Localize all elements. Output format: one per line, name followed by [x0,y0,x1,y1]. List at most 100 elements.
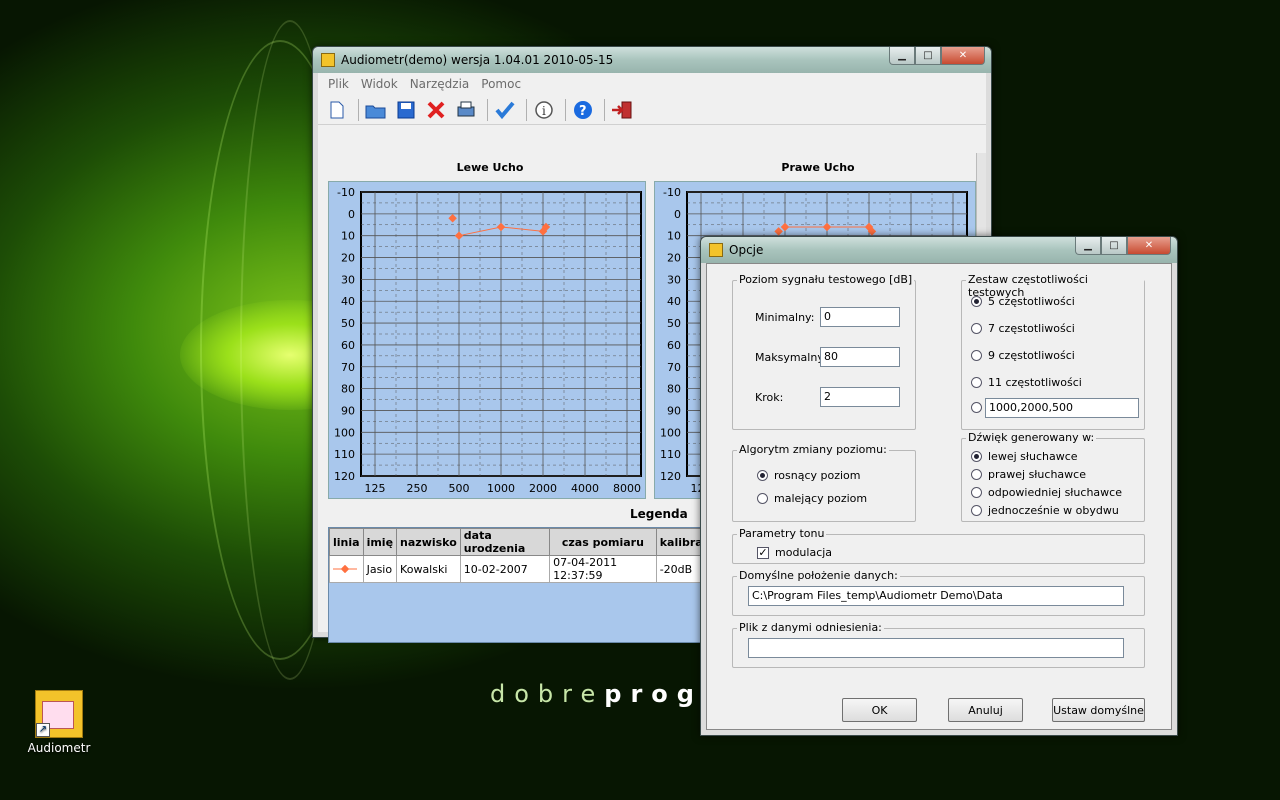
step-input[interactable]: 2 [820,387,900,407]
reference-file-group-label: Plik z danymi odniesienia: [737,621,884,634]
delete-icon[interactable] [423,97,449,123]
sound-appropriate-radio[interactable]: odpowiedniej słuchawce [971,486,1122,499]
table-row[interactable]: Jasio Kowalski 10-02-2007 07-04-2011 12:… [329,555,718,583]
y-tick-label: 90 [341,404,355,417]
svg-text:?: ? [579,104,587,119]
y-tick-label: 50 [667,317,681,330]
x-tick-label: 4000 [571,482,599,495]
radio-selected-icon [757,470,768,481]
reference-file-input[interactable] [748,638,1124,658]
menu-bar: Plik Widok Narzędzia Pomoc [318,73,986,95]
y-tick-label: -10 [663,186,681,199]
ok-button[interactable]: OK [842,698,917,722]
y-tick-label: 80 [667,383,681,396]
x-tick-label: 250 [407,482,428,495]
maximize-button[interactable]: □ [915,47,941,65]
sound-right-radio[interactable]: prawej słuchawce [971,468,1086,481]
algo-increasing-radio[interactable]: rosnący poziom [757,469,861,482]
x-tick-label: 1000 [487,482,515,495]
freq-custom-input[interactable]: 1000,2000,500 [985,398,1139,418]
save-icon[interactable] [393,97,419,123]
print-icon[interactable] [453,97,479,123]
exit-icon[interactable] [609,97,635,123]
main-window-title: Audiometr(demo) wersja 1.04.01 2010-05-1… [341,53,614,67]
options-dialog-titlebar[interactable]: Opcje ▁ □ ✕ [701,237,1177,263]
min-label: Minimalny: [755,311,815,324]
main-window-titlebar[interactable]: Audiometr(demo) wersja 1.04.01 2010-05-1… [313,47,991,73]
y-tick-label: -10 [337,186,355,199]
radio-icon [971,323,982,334]
check-icon[interactable] [492,97,518,123]
sound-left-radio[interactable]: lewej słuchawce [971,450,1078,463]
radio-icon [971,469,982,480]
col-linia[interactable]: linia [329,528,364,556]
y-tick-label: 30 [667,273,681,286]
legend-table-panel: linia imię nazwisko data urodzenia czas … [328,527,718,643]
menu-plik[interactable]: Plik [322,77,355,91]
max-input[interactable]: 80 [820,347,900,367]
checkbox-checked-icon: ✓ [757,545,769,559]
app-icon [321,53,335,67]
svg-text:i: i [542,104,546,118]
legend-table: linia imię nazwisko data urodzenia czas … [329,528,718,583]
menu-narzedzia[interactable]: Narzędzia [404,77,476,91]
algo-decreasing-radio[interactable]: malejący poziom [757,492,867,505]
freq-5-radio[interactable]: 5 częstotliwości [971,295,1075,308]
menu-widok[interactable]: Widok [355,77,404,91]
help-icon[interactable]: ? [570,97,596,123]
legend-header-row: linia imię nazwisko data urodzenia czas … [329,528,718,556]
toolbar: i ? [318,95,986,125]
audiometr-app-icon: ↗ [35,690,83,738]
y-tick-label: 0 [674,208,681,221]
y-tick-label: 100 [660,426,681,439]
x-tick-label: 125 [365,482,386,495]
radio-icon [971,402,982,413]
modulation-checkbox[interactable]: ✓ modulacja [757,546,832,559]
desktop-icon-audiometr[interactable]: ↗ Audiometr [26,690,92,755]
freq-7-radio[interactable]: 7 częstotliwości [971,322,1075,335]
tone-params-group-label: Parametry tonu [737,527,827,540]
y-tick-label: 20 [667,252,681,265]
y-tick-label: 110 [334,448,355,461]
y-tick-label: 60 [341,339,355,352]
y-tick-label: 20 [341,252,355,265]
dialog-app-icon [709,243,723,257]
minimize-button[interactable]: ▁ [889,47,915,65]
new-file-icon[interactable] [324,97,350,123]
sound-output-group-label: Dźwięk generowany w: [966,431,1097,444]
radio-icon [971,350,982,361]
y-tick-label: 90 [667,404,681,417]
col-nazwisko[interactable]: nazwisko [396,528,461,556]
options-dialog: Opcje ▁ □ ✕ Poziom sygnału testowego [dB… [700,236,1178,736]
radio-icon [971,377,982,388]
y-tick-label: 0 [348,208,355,221]
dialog-close-button[interactable]: ✕ [1127,237,1171,255]
dialog-minimize-button[interactable]: ▁ [1075,237,1101,255]
cell-birth: 10-02-2007 [459,555,551,583]
radio-selected-icon [971,296,982,307]
close-button[interactable]: ✕ [941,47,985,65]
step-label: Krok: [755,391,784,404]
open-folder-icon[interactable] [363,97,389,123]
left-ear-chart: -10 0 10 20 30 40 50 60 70 80 90 100 110 120 125 250 500… [328,181,646,499]
col-czas-pomiaru[interactable]: czas pomiaru [549,528,657,556]
freq-9-radio[interactable]: 9 częstotliwości [971,349,1075,362]
col-data-urodzenia[interactable]: data urodzenia [459,528,551,556]
cell-surname: Kowalski [396,555,461,583]
x-tick-label: 2000 [529,482,557,495]
dialog-maximize-button[interactable]: □ [1101,237,1127,255]
sound-both-radio[interactable]: jednocześnie w obydwu [971,504,1119,517]
cancel-button[interactable]: Anuluj [948,698,1023,722]
default-path-input[interactable]: C:\Program Files_temp\Audiometr Demo\Dat… [748,586,1124,606]
menu-pomoc[interactable]: Pomoc [475,77,527,91]
freq-11-radio[interactable]: 11 częstotliwości [971,376,1082,389]
y-tick-label: 30 [341,273,355,286]
min-input[interactable]: 0 [820,307,900,327]
y-tick-label: 10 [341,230,355,243]
info-icon[interactable]: i [531,97,557,123]
set-defaults-button[interactable]: Ustaw domyślne [1052,698,1145,722]
y-tick-label: 70 [667,361,681,374]
x-tick-label: 8000 [613,482,641,495]
col-imie[interactable]: imię [362,528,398,556]
algorithm-group-label: Algorytm zmiany poziomu: [737,443,889,456]
